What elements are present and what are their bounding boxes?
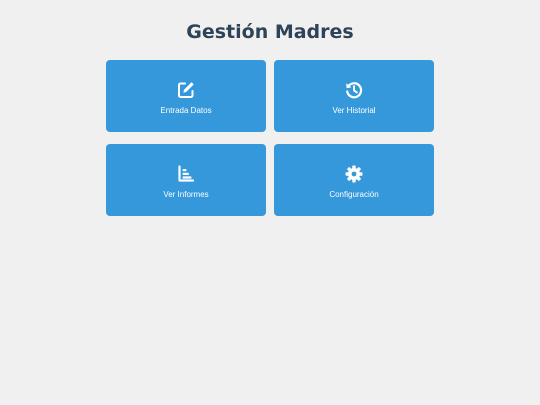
ver-informes-label: Ver Informes	[163, 190, 209, 199]
history-icon	[344, 80, 364, 100]
configuracion-label: Configuración	[329, 190, 379, 199]
app-page: Gestión Madres Entrada Datos Ver Histori…	[0, 0, 540, 405]
entrada-datos-button[interactable]: Entrada Datos	[106, 60, 266, 132]
report-icon	[176, 164, 196, 184]
page-title: Gestión Madres	[186, 21, 354, 43]
ver-historial-button[interactable]: Ver Historial	[274, 60, 434, 132]
ver-historial-label: Ver Historial	[332, 106, 376, 115]
ver-informes-button[interactable]: Ver Informes	[106, 144, 266, 216]
configuracion-button[interactable]: Configuración	[274, 144, 434, 216]
gear-icon	[344, 164, 364, 184]
edit-icon	[176, 80, 196, 100]
entrada-datos-label: Entrada Datos	[160, 106, 212, 115]
menu-grid: Entrada Datos Ver Historial Ver Informes…	[106, 60, 434, 216]
